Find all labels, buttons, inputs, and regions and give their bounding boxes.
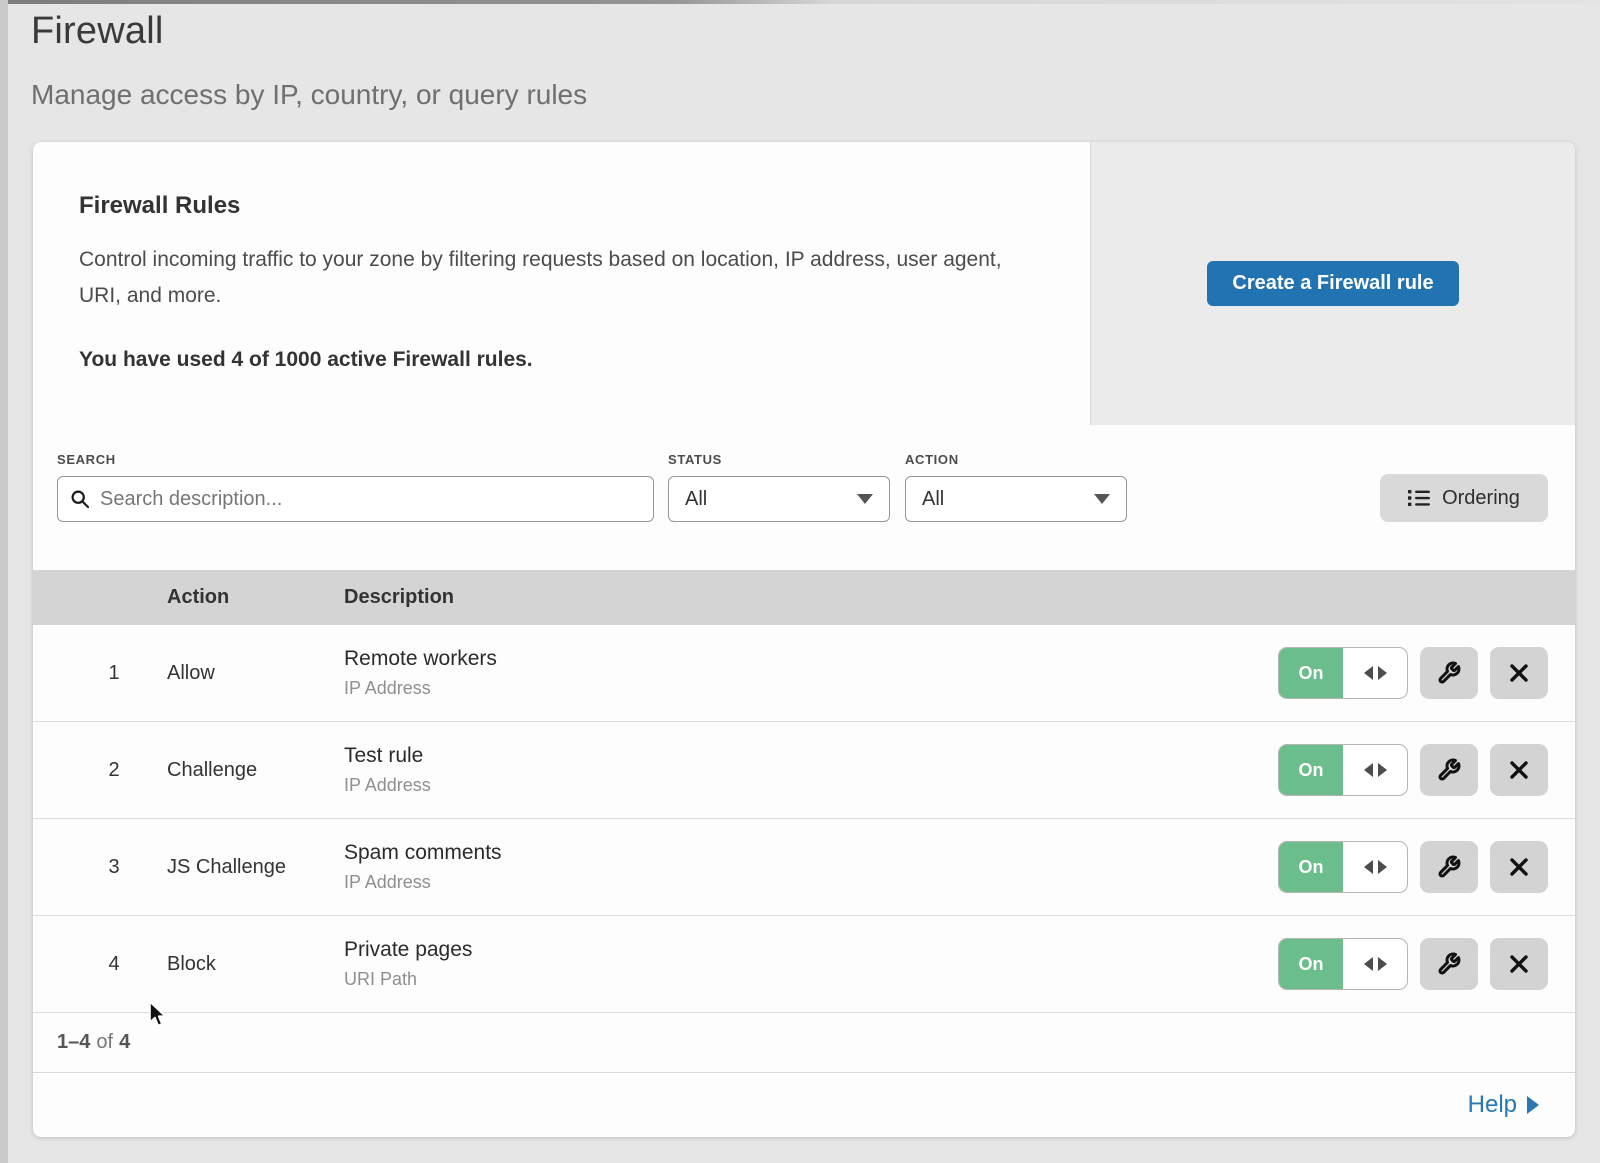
rule-controls: On: [1278, 744, 1575, 796]
rule-enabled-toggle[interactable]: On: [1278, 841, 1408, 893]
edit-rule-button[interactable]: [1420, 744, 1478, 796]
rule-controls: On: [1278, 938, 1575, 990]
close-icon: [1508, 953, 1530, 975]
page-header: Firewall Manage access by IP, country, o…: [0, 0, 1600, 111]
help-link[interactable]: Help: [1468, 1091, 1539, 1119]
delete-rule-button[interactable]: [1490, 647, 1548, 699]
wrench-icon: [1437, 952, 1461, 976]
ordering-button-label: Ordering: [1442, 487, 1520, 510]
ordering-button[interactable]: Ordering: [1380, 474, 1548, 522]
usage-summary: You have used 4 of 1000 active Firewall …: [79, 348, 1030, 372]
rule-enabled-toggle[interactable]: On: [1278, 938, 1408, 990]
toggle-arrows-icon: [1343, 939, 1407, 989]
firewall-rules-card: Firewall Rules Control incoming traffic …: [33, 142, 1575, 1137]
rule-description-title: Private pages: [344, 938, 1278, 962]
rule-match-type: IP Address: [344, 775, 1278, 796]
rule-enabled-toggle[interactable]: On: [1278, 647, 1408, 699]
create-firewall-rule-button[interactable]: Create a Firewall rule: [1207, 261, 1459, 306]
rule-controls: On: [1278, 647, 1575, 699]
chevron-down-icon: [1094, 494, 1110, 504]
page-title: Firewall: [31, 10, 1600, 53]
action-label: ACTION: [905, 452, 959, 467]
toggle-on-label: On: [1279, 842, 1343, 892]
status-label: STATUS: [668, 452, 722, 467]
table-row: 4 Block Private pages URI Path On: [33, 916, 1575, 1013]
rule-match-type: IP Address: [344, 872, 1278, 893]
rule-priority: 3: [33, 856, 167, 879]
chevron-down-icon: [857, 494, 873, 504]
ordered-list-icon: [1408, 489, 1430, 507]
pagination-total: 4: [119, 1031, 130, 1054]
section-heading: Firewall Rules: [79, 192, 1030, 220]
close-icon: [1508, 856, 1530, 878]
action-select[interactable]: All: [905, 476, 1127, 522]
rule-action: Allow: [167, 662, 344, 685]
edit-rule-button[interactable]: [1420, 647, 1478, 699]
card-footer: Help: [33, 1073, 1575, 1137]
close-icon: [1508, 662, 1530, 684]
toggle-on-label: On: [1279, 648, 1343, 698]
help-link-label: Help: [1468, 1091, 1517, 1119]
edit-rule-button[interactable]: [1420, 841, 1478, 893]
create-rule-panel: Create a Firewall rule: [1090, 142, 1575, 425]
pagination: 1–4 of 4: [33, 1013, 1575, 1073]
column-header-action: Action: [167, 586, 344, 609]
toggle-arrows-icon: [1343, 842, 1407, 892]
wrench-icon: [1437, 855, 1461, 879]
column-header-description: Description: [344, 586, 1575, 609]
intro-text-panel: Firewall Rules Control incoming traffic …: [33, 142, 1090, 425]
page-subtitle: Manage access by IP, country, or query r…: [31, 79, 1600, 111]
delete-rule-button[interactable]: [1490, 744, 1548, 796]
rule-description: Remote workers IP Address: [344, 647, 1278, 699]
table-row: 2 Challenge Test rule IP Address On: [33, 722, 1575, 819]
table-header: Action Description: [33, 570, 1575, 625]
status-select[interactable]: All: [668, 476, 890, 522]
search-input[interactable]: [100, 488, 641, 511]
rule-action: JS Challenge: [167, 856, 344, 879]
window-edge-top: [0, 0, 1600, 4]
close-icon: [1508, 759, 1530, 781]
pagination-range: 1–4: [57, 1031, 90, 1054]
status-select-value: All: [685, 488, 707, 511]
delete-rule-button[interactable]: [1490, 841, 1548, 893]
rule-controls: On: [1278, 841, 1575, 893]
rule-description-title: Spam comments: [344, 841, 1278, 865]
rule-priority: 2: [33, 759, 167, 782]
pagination-of: of: [96, 1031, 113, 1054]
wrench-icon: [1437, 661, 1461, 685]
delete-rule-button[interactable]: [1490, 938, 1548, 990]
rule-enabled-toggle[interactable]: On: [1278, 744, 1408, 796]
search-icon: [70, 489, 90, 509]
rule-description-title: Test rule: [344, 744, 1278, 768]
rule-match-type: IP Address: [344, 678, 1278, 699]
filters-bar: SEARCH STATUS ACTION All All: [33, 425, 1575, 570]
rule-priority: 1: [33, 662, 167, 685]
arrow-right-icon: [1527, 1096, 1539, 1114]
table-row: 1 Allow Remote workers IP Address On: [33, 625, 1575, 722]
rule-description: Private pages URI Path: [344, 938, 1278, 990]
search-field[interactable]: [57, 476, 654, 522]
wrench-icon: [1437, 758, 1461, 782]
toggle-on-label: On: [1279, 939, 1343, 989]
edit-rule-button[interactable]: [1420, 938, 1478, 990]
toggle-arrows-icon: [1343, 648, 1407, 698]
section-description: Control incoming traffic to your zone by…: [79, 242, 1024, 314]
rule-match-type: URI Path: [344, 969, 1278, 990]
rule-action: Challenge: [167, 759, 344, 782]
rule-priority: 4: [33, 953, 167, 976]
window-edge-left: [0, 0, 8, 1163]
rule-action: Block: [167, 953, 344, 976]
toggle-arrows-icon: [1343, 745, 1407, 795]
action-select-value: All: [922, 488, 944, 511]
rule-description: Test rule IP Address: [344, 744, 1278, 796]
toggle-on-label: On: [1279, 745, 1343, 795]
intro-section: Firewall Rules Control incoming traffic …: [33, 142, 1575, 425]
rule-description-title: Remote workers: [344, 647, 1278, 671]
search-label: SEARCH: [57, 452, 116, 467]
rule-description: Spam comments IP Address: [344, 841, 1278, 893]
table-row: 3 JS Challenge Spam comments IP Address …: [33, 819, 1575, 916]
